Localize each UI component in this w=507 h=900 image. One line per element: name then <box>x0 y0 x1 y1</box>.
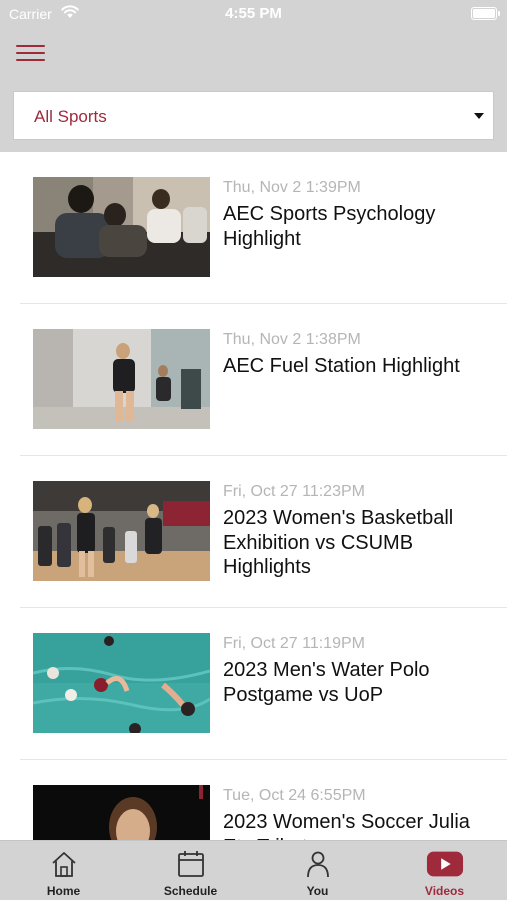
nav-bar <box>0 30 507 82</box>
status-bar: Carrier 4:55 PM <box>0 0 507 30</box>
video-item[interactable]: Fri, Oct 27 11:23PM 2023 Women's Basketb… <box>0 456 507 608</box>
video-item[interactable]: Tue, Oct 24 6:55PM 2023 Women's Soccer J… <box>0 760 507 840</box>
video-item[interactable]: Fri, Oct 27 11:19PM 2023 Men's Water Pol… <box>0 608 507 760</box>
video-date: Fri, Oct 27 11:23PM <box>223 483 365 500</box>
video-date: Thu, Nov 2 1:38PM <box>223 331 361 348</box>
video-title: 2023 Women's Soccer Julia Etz Tribute <box>223 811 470 840</box>
tab-schedule[interactable]: Schedule <box>127 841 254 900</box>
video-date: Thu, Nov 2 1:39PM <box>223 179 361 196</box>
video-thumbnail <box>33 633 210 733</box>
filter-area: All Sports <box>0 82 507 152</box>
tab-videos[interactable]: Videos <box>381 841 507 900</box>
home-icon <box>51 852 76 877</box>
video-list[interactable]: Thu, Nov 2 1:39PM AEC Sports Psychology … <box>0 152 507 840</box>
video-date: Tue, Oct 24 6:55PM <box>223 787 366 804</box>
hamburger-menu-icon[interactable] <box>14 42 48 66</box>
video-item[interactable]: Thu, Nov 2 1:39PM AEC Sports Psychology … <box>0 152 507 304</box>
tab-home[interactable]: Home <box>0 841 127 900</box>
video-title: 2023 Women's Basketball Exhibition vs CS… <box>223 507 454 578</box>
video-thumbnail <box>33 177 210 277</box>
tab-you[interactable]: You <box>254 841 381 900</box>
tab-label: Videos <box>424 884 465 898</box>
tab-label: You <box>306 884 329 898</box>
youtube-play-icon <box>426 851 463 877</box>
battery-icon <box>471 7 500 20</box>
status-time: 4:55 PM <box>225 5 282 22</box>
video-thumbnail <box>33 329 210 429</box>
video-item[interactable]: Thu, Nov 2 1:38PM AEC Fuel Station Highl… <box>0 304 507 456</box>
video-thumbnail <box>33 481 210 581</box>
video-date: Fri, Oct 27 11:19PM <box>223 635 365 652</box>
sport-filter-dropdown[interactable]: All Sports <box>13 91 494 140</box>
tab-label: Home <box>46 884 81 898</box>
dropdown-arrow-icon <box>474 113 484 119</box>
tab-bar: Home Schedule You Videos <box>0 840 507 900</box>
video-title: AEC Sports Psychology Highlight <box>223 203 436 250</box>
calendar-icon <box>177 851 204 877</box>
video-thumbnail <box>33 785 210 840</box>
video-title: AEC Fuel Station Highlight <box>223 355 460 377</box>
person-icon <box>306 851 329 878</box>
tab-label: Schedule <box>163 884 218 898</box>
video-title: 2023 Men's Water Polo Postgame vs UoP <box>223 659 430 706</box>
sport-filter-value: All Sports <box>34 107 107 126</box>
